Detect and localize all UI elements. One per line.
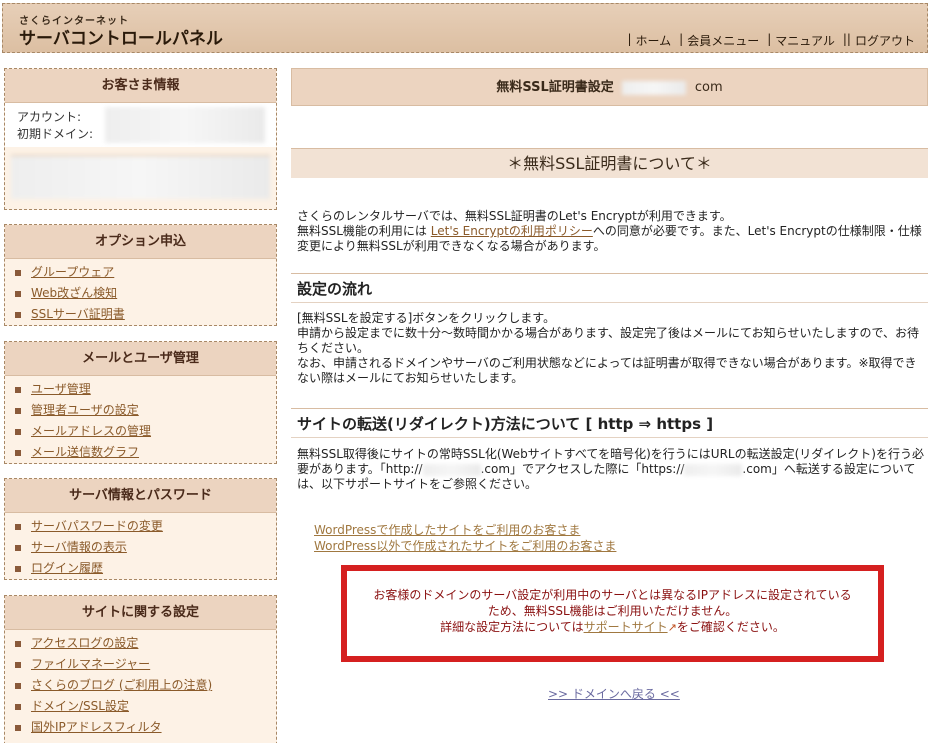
support-links: WordPressで作成したサイトをご利用のお客さま WordPress以外で作… (314, 522, 616, 554)
sidebar-item-user-mgmt: ユーザ管理 (5, 379, 276, 400)
redacted-domain (622, 80, 687, 95)
sidebar-item-server-password: サーバパスワードの変更 (5, 516, 276, 537)
option-box: オプション申込 グループウェア Web改ざん検知 SSLサーバ証明書 (4, 224, 277, 326)
intro-text: さくらのレンタルサーバでは、無料SSL証明書のLet's Encryptが利用で… (297, 209, 925, 254)
link-login-history[interactable]: ログイン履歴 (31, 561, 103, 575)
link-wordpress[interactable]: WordPressで作成したサイトをご利用のお客さま (314, 522, 616, 538)
server-info-title: サーバ情報とパスワード (5, 479, 276, 513)
sidebar-item-groupware: グループウェア (5, 262, 276, 283)
intro-line-2: 無料SSL機能の利用には Let's Encryptの利用ポリシーへの同意が必要… (297, 224, 925, 254)
bullet-icon (15, 407, 21, 414)
link-groupware[interactable]: グループウェア (31, 265, 114, 279)
mail-user-box: メールとユーザ管理 ユーザ管理 管理者ユーザの設定 メールアドレスの管理 メール… (4, 341, 277, 464)
bullet-icon (15, 682, 21, 689)
flow-text: [無料SSLを設定する]ボタンをクリックします。 申請から設定までに数十分～数時… (297, 311, 925, 386)
page-title-text: 無料SSL証明書設定 (496, 80, 614, 95)
sidebar-item-access-log: アクセスログの設定 (5, 633, 276, 654)
customer-info-box: お客さま情報 アカウント: 初期ドメイン: (4, 68, 277, 210)
sidebar-item-mail-address: メールアドレスの管理 (5, 421, 276, 442)
link-file-manager[interactable]: ファイルマネージャー (31, 657, 150, 671)
bullet-icon (15, 428, 21, 435)
account-info: アカウント: 初期ドメイン: (5, 103, 276, 147)
bullet-icon (15, 661, 21, 668)
server-info-box: サーバ情報とパスワード サーバパスワードの変更 サーバ情報の表示 ログイン履歴 (4, 478, 277, 580)
link-server-password[interactable]: サーバパスワードの変更 (31, 519, 163, 533)
bullet-icon (15, 724, 21, 731)
sidebar-item-web-tamper: Web改ざん検知 (5, 283, 276, 304)
page-title: 無料SSL証明書設定 com (291, 68, 928, 106)
policy-link[interactable]: Let's Encryptの利用ポリシー (431, 224, 593, 238)
nav-logout[interactable]: ログアウト (855, 32, 915, 49)
flow-line-3: なお、申請されるドメインやサーバのご利用状態などによっては証明書が取得できない場… (297, 356, 917, 385)
bullet-icon (15, 290, 21, 297)
main-content: 無料SSL証明書設定 com ＊無料SSL証明書について＊ さくらのレンタルサー… (291, 68, 928, 743)
sidebar-item-server-info: サーバ情報の表示 (5, 537, 276, 558)
top-nav: | ホーム | 会員メニュー | マニュアル || ログアウト (627, 32, 915, 49)
site-settings-box: サイトに関する設定 アクセスログの設定 ファイルマネージャー さくらのブログ (… (4, 595, 277, 743)
bullet-icon (15, 269, 21, 276)
flow-heading: 設定の流れ (291, 273, 928, 303)
external-link-icon: ↗ (667, 621, 677, 634)
bullet-icon (15, 703, 21, 710)
alert-text: お客様のドメインのサーバ設定が利用中のサーバとは異なるIPアドレスに設定されてい… (373, 588, 852, 618)
alert-text-b: をご確認ください。 (676, 620, 785, 634)
redirect-heading: サイトの転送(リダイレクト)方法について [ http ⇒ https ] (291, 408, 928, 438)
link-non-wordpress[interactable]: WordPress以外で作成されたサイトをご利用のお客さま (314, 538, 616, 554)
bullet-icon (15, 311, 21, 318)
nav-home[interactable]: ホーム (636, 32, 672, 49)
header: さくらインターネット サーバコントロールパネル | ホーム | 会員メニュー | マニ… (2, 3, 928, 53)
link-access-log[interactable]: アクセスログの設定 (31, 636, 138, 650)
link-sakura-blog[interactable]: さくらのブログ (ご利用上の注意) (31, 678, 212, 692)
option-title: オプション申込 (5, 225, 276, 259)
link-user-mgmt[interactable]: ユーザ管理 (31, 382, 91, 396)
bullet-icon (15, 544, 21, 551)
logo-title: サーバコントロールパネル (19, 29, 223, 49)
redacted-area (11, 155, 270, 199)
flow-line-2: 申請から設定までに数十分～数時間かかる場合があります、設定完了後はメールにてお知… (297, 326, 919, 355)
link-mail-graph[interactable]: メール送信数グラフ (31, 445, 139, 459)
about-heading: ＊無料SSL証明書について＊ (291, 148, 928, 178)
page-title-suffix: com (694, 80, 723, 95)
link-ssl-cert[interactable]: SSLサーバ証明書 (31, 307, 125, 321)
sidebar-item-admin-user: 管理者ユーザの設定 (5, 400, 276, 421)
sidebar-item-ip-filter: 国外IPアドレスフィルタ (5, 717, 276, 738)
alert-text-2: 詳細な設定方法についてはサポートサイト↗をご確認ください。 (347, 619, 878, 636)
redacted-domain (684, 463, 743, 476)
redirect-text: 無料SSL取得後にサイトの常時SSL化(Webサイトすべてを暗号化)を行うにはU… (297, 447, 925, 492)
bullet-icon (15, 523, 21, 530)
link-server-info[interactable]: サーバ情報の表示 (31, 540, 127, 554)
sidebar-item-mail-graph: メール送信数グラフ (5, 442, 276, 463)
intro-line-1: さくらのレンタルサーバでは、無料SSL証明書のLet's Encryptが利用で… (297, 209, 732, 223)
sidebar-item-login-history: ログイン履歴 (5, 558, 276, 579)
nav-member-menu[interactable]: 会員メニュー (687, 32, 759, 49)
sidebar-item-domain-ssl: ドメイン/SSL設定 (5, 696, 276, 717)
sidebar-item-ssl-cert: SSLサーバ証明書 (5, 304, 276, 325)
redirect-text-b: .com」でアクセスした際に「https:// (480, 462, 685, 476)
intro-text-a: 無料SSL機能の利用には (297, 224, 431, 238)
alert-text-a: 詳細な設定方法については (440, 620, 584, 634)
back-link-wrap: >> ドメインへ戻る << (548, 685, 680, 702)
redacted-account (105, 107, 265, 143)
back-to-domain-link[interactable]: >> ドメインへ戻る << (548, 687, 680, 701)
site-settings-title: サイトに関する設定 (5, 596, 276, 630)
nav-manual[interactable]: マニュアル (775, 32, 835, 49)
bullet-icon (15, 565, 21, 572)
flow-line-1: [無料SSLを設定する]ボタンをクリックします。 (297, 311, 556, 325)
bullet-icon (15, 449, 21, 456)
sidebar-item-sakura-blog: さくらのブログ (ご利用上の注意) (5, 675, 276, 696)
link-admin-user[interactable]: 管理者ユーザの設定 (31, 403, 139, 417)
link-web-tamper[interactable]: Web改ざん検知 (31, 286, 117, 300)
link-ip-filter[interactable]: 国外IPアドレスフィルタ (31, 720, 162, 734)
sidebar-item-file-manager: ファイルマネージャー (5, 654, 276, 675)
mail-user-title: メールとユーザ管理 (5, 342, 276, 376)
bullet-icon (15, 640, 21, 647)
support-site-link[interactable]: サポートサイト (584, 620, 668, 634)
link-mail-address[interactable]: メールアドレスの管理 (31, 424, 151, 438)
bullet-icon (15, 386, 21, 393)
customer-info-title: お客さま情報 (5, 69, 276, 103)
alert-box: お客様のドメインのサーバ設定が利用中のサーバとは異なるIPアドレスに設定されてい… (341, 565, 884, 662)
link-domain-ssl[interactable]: ドメイン/SSL設定 (31, 699, 129, 713)
redacted-domain (422, 463, 481, 476)
